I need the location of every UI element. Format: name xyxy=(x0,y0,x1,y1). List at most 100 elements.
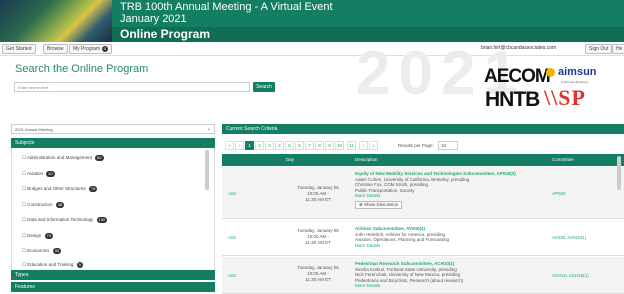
banner-image xyxy=(0,0,112,42)
aimsun-logo: aimsun xyxy=(546,66,597,78)
page-button[interactable]: 9 xyxy=(325,141,334,150)
session-description: Pedestrian Research Subcommittee, ACH10(… xyxy=(355,261,545,289)
current-search-criteria-header[interactable]: Current Search Criteria xyxy=(222,124,624,134)
aecom-logo: AECOM xyxy=(484,66,551,87)
table-row: A02 Tuesday, January 05 10:00 AM - 11:30… xyxy=(222,257,624,294)
sign-out-button[interactable]: Sign Out xyxy=(585,44,613,54)
my-program-button[interactable]: My Program 0 xyxy=(69,44,112,54)
subject-label: Construction xyxy=(27,202,53,207)
subjects-header[interactable]: Subjects xyxy=(11,138,215,148)
more-details-link[interactable]: More Details xyxy=(355,283,545,289)
search-input[interactable]: Enter search text xyxy=(14,82,250,92)
session-id-link[interactable]: A02 xyxy=(228,235,236,240)
committee-link[interactable]: AV030, AV010(1) xyxy=(552,235,586,240)
subject-checkbox-item[interactable]: ☐ Aviation 40 xyxy=(22,170,55,178)
subject-count: 38 xyxy=(55,202,65,208)
subject-label: Data and Information Technology xyxy=(27,217,94,222)
subject-checkbox-item[interactable]: ☐ Design 73 xyxy=(22,232,54,240)
show-discussion-button[interactable]: ⊕ Show Discussion xyxy=(355,200,403,209)
session-day: Tuesday, January 05 10:00 AM - 11:30 AM … xyxy=(288,228,348,246)
session-description: Equity of New Mobility Services and Tech… xyxy=(355,171,545,209)
meeting-select-value: 2021 Annual Meeting xyxy=(15,127,53,132)
chevron-down-icon: ⌄ xyxy=(206,126,211,132)
hntb-logo: HNTB xyxy=(485,88,540,111)
meeting-select[interactable]: 2021 Annual Meeting ⌄ xyxy=(11,124,215,134)
subject-count: 40 xyxy=(46,171,55,177)
committee-link[interactable]: AP020 xyxy=(552,191,566,196)
more-details-link[interactable]: More Details xyxy=(355,243,545,249)
subjects-scrollbar[interactable] xyxy=(205,150,209,190)
subject-checkbox-item[interactable]: ☐ Construction 38 xyxy=(22,201,65,209)
table-row: A02 Tuesday, January 05 10:00 AM - 11:30… xyxy=(222,220,624,256)
help-button[interactable]: He xyxy=(612,44,624,54)
committee-link[interactable]: ACH10, ACH10(1) xyxy=(552,273,589,278)
subject-label: Education and Training xyxy=(27,262,74,267)
aimsun-subtitle: A Siemens Business xyxy=(561,80,589,84)
subject-count: 60 xyxy=(95,155,104,161)
aimsun-dot-icon xyxy=(546,67,555,77)
page-button[interactable]: 2 xyxy=(255,141,264,150)
subject-count: 33 xyxy=(52,248,62,254)
types-header[interactable]: Types xyxy=(11,270,215,280)
subject-checkbox-item[interactable]: ☐ Data and Information Technology 192 xyxy=(22,216,108,224)
online-program-title: Online Program xyxy=(120,27,211,41)
page-button[interactable]: 11 xyxy=(347,141,356,150)
my-program-count: 0 xyxy=(101,46,108,52)
session-id-link[interactable]: A02 xyxy=(228,273,236,278)
results-per-page-label: Results per Page: xyxy=(398,143,434,148)
session-day: Tuesday, January 05 10:00 AM - 11:30 AM … xyxy=(288,265,348,283)
subject-label: Aviation xyxy=(27,171,43,176)
results-table-header: Day Description Committee xyxy=(222,154,624,166)
subject-count: 192 xyxy=(96,217,108,223)
session-description: Airlines Subcommittee, AV030(4) John Hei… xyxy=(355,226,545,248)
session-day: Tuesday, January 05 10:00 AM - 11:30 AM … xyxy=(288,185,348,203)
subject-label: Bridges and Other Structures xyxy=(27,186,86,191)
my-program-label: My Program xyxy=(73,46,101,52)
page-title: TRB 100th Annual Meeting - A Virtual Eve… xyxy=(120,1,333,13)
session-end-time: 11:30 AM ET xyxy=(305,240,331,245)
page-button[interactable]: 10 xyxy=(335,141,345,150)
search-button[interactable]: Search xyxy=(253,82,275,92)
subject-label: Economics xyxy=(27,248,50,253)
wsp-logo: \\SP xyxy=(544,85,586,110)
first-page-button[interactable]: « xyxy=(225,141,234,150)
more-details-link[interactable]: More Details xyxy=(355,193,545,199)
session-end-time: 11:30 AM ET xyxy=(305,197,331,202)
column-header-committee[interactable]: Committee xyxy=(552,154,574,166)
page-button[interactable]: 5 xyxy=(285,141,294,150)
get-started-button[interactable]: Get Started xyxy=(2,44,36,54)
subject-checkbox-item[interactable]: ☐ Education and Training 9 xyxy=(22,261,83,269)
next-page-button[interactable]: › xyxy=(359,141,368,150)
page-button[interactable]: 1 xyxy=(245,141,254,150)
session-id-link[interactable]: A02 xyxy=(228,191,236,196)
subject-label: Administration and Management xyxy=(27,155,92,160)
subject-label: Design xyxy=(27,233,42,238)
features-header[interactable]: Features xyxy=(11,282,215,292)
column-header-day[interactable]: Day xyxy=(286,154,294,166)
session-end-time: 11:30 AM ET xyxy=(305,277,331,282)
page-button[interactable]: 3 xyxy=(265,141,274,150)
browse-button[interactable]: Browse xyxy=(43,44,68,54)
page-subtitle: January 2021 xyxy=(120,13,187,25)
results-per-page-select[interactable]: 10 xyxy=(438,141,458,150)
subjects-list: ☐ Administration and Management 60 ☐ Avi… xyxy=(11,148,215,270)
table-row: A02 Tuesday, January 05 10:00 AM - 11:30… xyxy=(222,167,624,219)
subject-checkbox-item[interactable]: ☐ Economics 33 xyxy=(22,247,62,255)
page-button[interactable]: 8 xyxy=(315,141,324,150)
subject-count: 73 xyxy=(44,233,54,239)
aimsun-logo-text: aimsun xyxy=(558,66,597,78)
last-page-button[interactable]: » xyxy=(369,141,378,150)
column-header-description[interactable]: Description xyxy=(355,154,378,166)
show-discussion-label: Show Discussion xyxy=(364,201,399,207)
page-button[interactable]: 4 xyxy=(275,141,284,150)
subject-checkbox-item[interactable]: ☐ Bridges and Other Structures 78 xyxy=(22,185,98,193)
subject-count: 9 xyxy=(76,262,83,268)
search-title: Search the Online Program xyxy=(15,63,149,75)
top-nav: Get Started Browse My Program 0 brian.hi… xyxy=(0,42,624,56)
subject-checkbox-item[interactable]: ☐ Administration and Management 60 xyxy=(22,154,104,162)
results-scrollbar[interactable] xyxy=(617,156,621,190)
subject-count: 78 xyxy=(88,186,98,192)
prev-page-button[interactable]: ‹ xyxy=(235,141,244,150)
page-button[interactable]: 6 xyxy=(295,141,304,150)
page-button[interactable]: 7 xyxy=(305,141,314,150)
